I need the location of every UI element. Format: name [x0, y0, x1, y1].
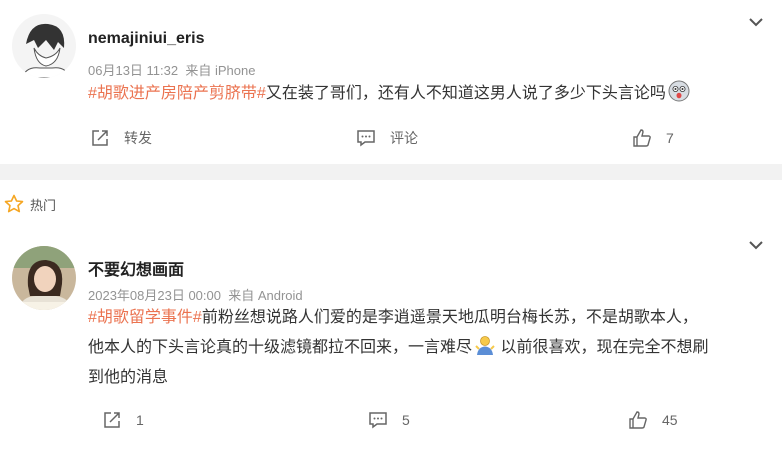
comment-text: #胡歌留学事件#前粉丝想说路人们爱的是李逍遥景天地瓜明台梅长苏，不是胡歌本人， …: [88, 303, 768, 393]
comment-body: 他本人的下头言论真的十级滤镜都拉不回来，一言难尽: [88, 339, 473, 356]
comment-text: #胡歌进产房陪产剪脐带#又在装了哥们，还有人不知道这男人说了多少下头言论吗: [88, 79, 690, 109]
repost-icon: [104, 412, 120, 428]
hashtag-link[interactable]: #胡歌留学事件#: [88, 309, 202, 326]
action-bar: 转发 评论 7: [0, 128, 782, 154]
post-meta: 06月13日 11:32 来自 iPhone: [88, 60, 255, 79]
post-source: 来自 iPhone: [185, 63, 256, 78]
section-divider: [0, 164, 782, 180]
avatar[interactable]: [12, 246, 76, 310]
like-count: 7: [666, 130, 674, 146]
thumbs-up-icon: [629, 411, 647, 429]
comment-body: 到他的消息: [88, 369, 169, 386]
comment-line: #胡歌留学事件#前粉丝想说路人们爱的是李逍遥景天地瓜明台梅长苏，不是胡歌本人，: [88, 303, 768, 333]
hot-section-label: 热门: [30, 197, 57, 213]
comment-body: 以前很喜欢，现在完全不想刷: [496, 339, 709, 356]
comment-card-1: nemajiniui_eris 06月13日 11:32 来自 iPhone #…: [0, 0, 782, 164]
comment-line: 他本人的下头言论真的十级滤镜都拉不回来，一言难尽 以前很喜欢，现在完全不想刷: [88, 333, 768, 363]
repost-icon: [92, 130, 108, 146]
comment-body: 又在装了哥们，还有人不知道这男人说了多少下头言论吗: [265, 85, 666, 102]
avatar[interactable]: [12, 14, 76, 78]
username[interactable]: nemajiniui_eris: [88, 30, 205, 48]
post-time: 06月13日 11:32: [88, 63, 179, 78]
comment-label: 评论: [390, 130, 418, 146]
comment-body: 前粉丝想说路人们爱的是李逍遥景天地瓜明台梅长苏，不是胡歌本人，: [201, 309, 698, 326]
comment-card-2: 不要幻想画面 2023年08月23日 00:00 来自 Android #胡歌留…: [0, 228, 782, 449]
shocked-dog-emoji-icon: [668, 80, 690, 102]
like-button[interactable]: 7: [632, 128, 674, 148]
shrug-person-emoji-icon: [475, 336, 495, 355]
username[interactable]: 不要幻想画面: [88, 256, 184, 280]
comment-icon: [357, 130, 375, 147]
chevron-down-icon[interactable]: [748, 240, 764, 250]
repost-label: 转发: [124, 130, 152, 146]
post-meta: 2023年08月23日 00:00 来自 Android: [88, 285, 303, 304]
comment-icon: [369, 412, 387, 429]
comment-count: 5: [402, 412, 410, 428]
thumbs-up-icon: [633, 129, 651, 147]
comment-button[interactable]: 评论: [356, 128, 418, 148]
repost-button[interactable]: 1: [102, 410, 144, 430]
comment-line: 到他的消息: [88, 363, 768, 393]
post-time: 2023年08月23日 00:00: [88, 288, 221, 303]
hot-section-header: 热门: [0, 180, 782, 228]
action-bar: 1 5 45: [0, 410, 782, 436]
comment-button[interactable]: 5: [368, 410, 410, 430]
like-count: 45: [662, 412, 678, 428]
chevron-down-icon[interactable]: [748, 17, 764, 27]
post-source: 来自 Android: [228, 288, 303, 303]
star-icon: [4, 194, 24, 213]
hashtag-link[interactable]: #胡歌进产房陪产剪脐带#: [88, 85, 266, 102]
repost-button[interactable]: 转发: [90, 128, 152, 148]
like-button[interactable]: 45: [628, 410, 678, 430]
repost-count: 1: [136, 412, 144, 428]
